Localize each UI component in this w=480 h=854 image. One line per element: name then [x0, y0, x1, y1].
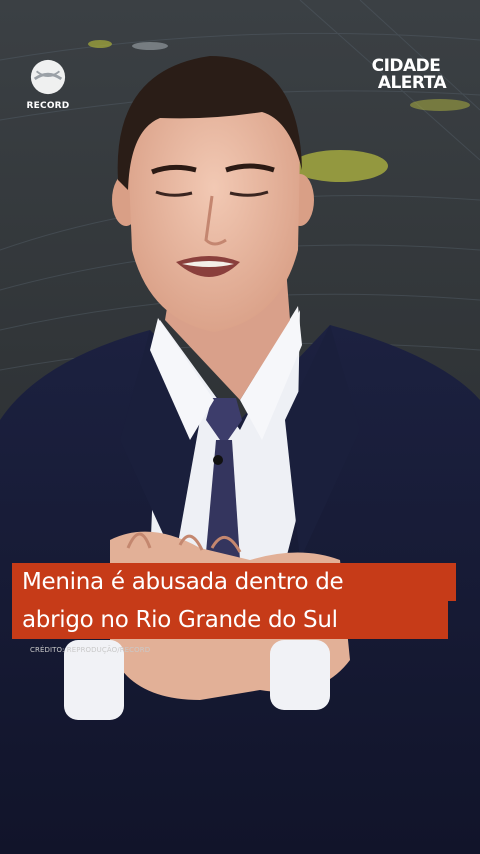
- caption-line-2: abrigo no Rio Grande do Sul: [22, 607, 338, 633]
- caption-line-1-box: Menina é abusada dentro de: [12, 563, 456, 601]
- show-logo-line2: ALERTA: [377, 73, 447, 93]
- record-disc-icon: [30, 59, 66, 95]
- image-credit: CRÉDITO: REPRODUÇÃO/RECORD: [30, 646, 151, 654]
- video-frame: RECORD CIDADE ALERTA Menina é abusada de…: [0, 0, 480, 854]
- record-logo-text: RECORD: [26, 101, 70, 111]
- caption-line-2-box: abrigo no Rio Grande do Sul: [12, 601, 448, 639]
- cidade-alerta-logo: CIDADE ALERTA: [360, 58, 452, 92]
- news-anchor-scene: [0, 0, 480, 854]
- record-logo: RECORD: [26, 58, 70, 111]
- caption-line-1: Menina é abusada dentro de: [22, 569, 344, 595]
